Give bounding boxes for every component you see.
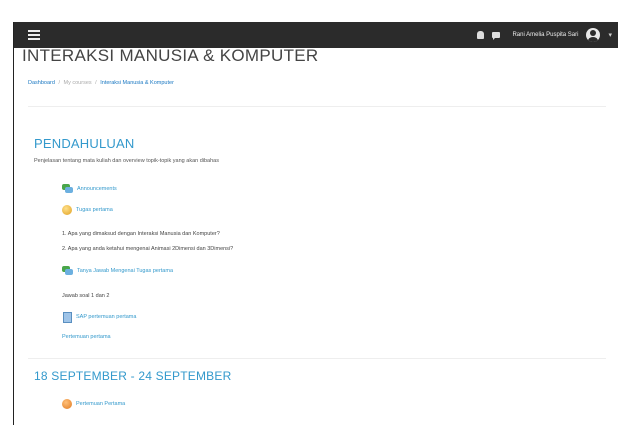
- breadcrumb-my-courses[interactable]: My courses: [64, 80, 92, 86]
- question-2: 2. Apa yang anda ketahui mengenai Animas…: [62, 246, 234, 252]
- section-title-pendahuluan[interactable]: PENDAHULUAN: [34, 136, 134, 151]
- top-navbar: Rani Amelia Puspita Sari ▾: [14, 22, 618, 48]
- breadcrumb-separator: /: [95, 80, 97, 86]
- moodle-window: Rani Amelia Puspita Sari ▾ INTERAKSI MAN…: [13, 22, 618, 425]
- assignment-icon: [62, 205, 72, 215]
- notification-bell-icon[interactable]: [477, 31, 485, 39]
- activity-label[interactable]: Announcements: [77, 186, 117, 192]
- breadcrumb-dashboard[interactable]: Dashboard: [28, 80, 55, 86]
- activity-announcements[interactable]: Announcements: [62, 184, 117, 193]
- activity-pertemuan-pertama[interactable]: Pertemuan Pertama: [62, 399, 125, 409]
- section-divider: [28, 358, 606, 359]
- messages-icon[interactable]: [492, 32, 501, 40]
- section-summary: Penjelasan tentang mata kuliah dan overv…: [34, 158, 219, 164]
- forum-icon: [62, 184, 73, 193]
- activity-tanya-jawab[interactable]: Tanya Jawab Mengenai Tugas pertama: [62, 266, 173, 275]
- section-title-week[interactable]: 18 SEPTEMBER - 24 SEPTEMBER: [34, 369, 231, 383]
- forum-icon: [62, 266, 73, 275]
- pertemuan-pertama-link[interactable]: Pertemuan pertama: [62, 334, 111, 340]
- chevron-down-icon[interactable]: ▾: [608, 31, 612, 39]
- question-1: 1. Apa yang dimaksud dengan Interaksi Ma…: [62, 231, 220, 237]
- user-name[interactable]: Rani Amelia Puspita Sari: [512, 32, 578, 38]
- activity-tugas-pertama[interactable]: Tugas pertama: [62, 205, 113, 215]
- header-divider: [28, 106, 606, 107]
- user-avatar-icon[interactable]: [586, 28, 601, 42]
- assignment-icon: [62, 399, 72, 409]
- menu-toggle-icon[interactable]: [28, 30, 40, 40]
- activity-label[interactable]: Tanya Jawab Mengenai Tugas pertama: [77, 268, 173, 274]
- page-title: INTERAKSI MANUSIA & KOMPUTER: [22, 46, 319, 65]
- activity-label[interactable]: Pertemuan Pertama: [76, 401, 125, 407]
- activity-label[interactable]: Tugas pertama: [76, 207, 113, 213]
- activity-sap-file[interactable]: SAP pertemuan pertama: [62, 312, 136, 323]
- navbar-user-area: Rani Amelia Puspita Sari ▾: [477, 28, 612, 42]
- instruction-text: Jawab soal 1 dan 2: [62, 293, 110, 299]
- file-icon: [62, 312, 72, 323]
- breadcrumb: Dashboard / My courses / Interaksi Manus…: [28, 80, 174, 86]
- activity-label[interactable]: SAP pertemuan pertama: [76, 314, 136, 320]
- breadcrumb-separator: /: [58, 80, 60, 86]
- breadcrumb-course[interactable]: Interaksi Manusia & Komputer: [100, 80, 174, 86]
